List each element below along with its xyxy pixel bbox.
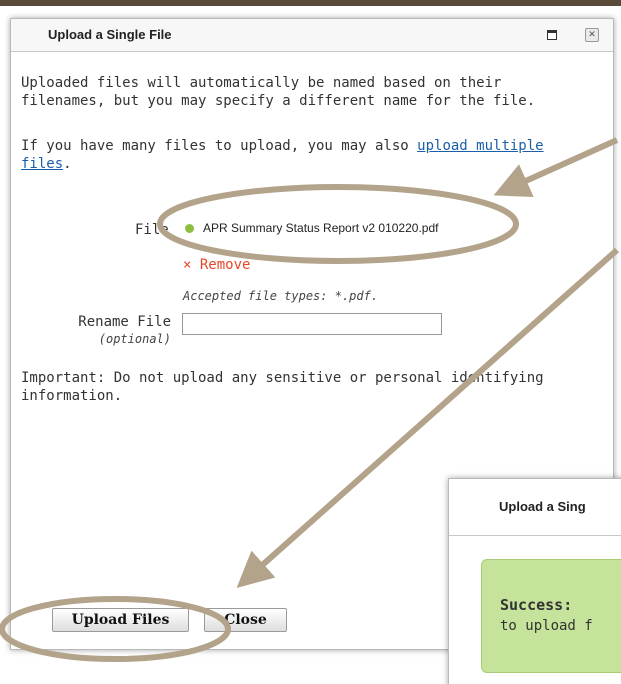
success-title: Success:	[500, 596, 573, 614]
success-dialog: Upload a Sing Success: to upload f	[448, 478, 621, 684]
file-name: APR Summary Status Report v2 010220.pdf	[203, 221, 439, 235]
multi-upload-prefix: If you have many files to upload, you ma…	[21, 138, 418, 154]
divider	[449, 535, 621, 536]
close-icon[interactable]: ✕	[585, 28, 599, 42]
maximize-icon[interactable]	[547, 30, 557, 40]
background-strip	[0, 0, 621, 6]
success-message-box: Success: to upload f	[481, 559, 621, 673]
multi-upload-text: If you have many files to upload, you ma…	[21, 137, 601, 173]
accepted-file-types: Accepted file types: *.pdf.	[183, 289, 379, 303]
rename-file-input[interactable]	[182, 313, 442, 335]
file-label: File	[135, 222, 169, 238]
rename-label: Rename File	[78, 314, 171, 330]
close-button[interactable]: Close	[204, 608, 287, 632]
success-text: to upload f	[500, 618, 593, 634]
page: Upload a Single File ✕ Uploaded files wi…	[0, 0, 621, 684]
dialog-title: Upload a Single File	[48, 27, 172, 42]
dialog-titlebar[interactable]: Upload a Single File ✕	[11, 19, 613, 52]
rename-optional-label: (optional)	[98, 332, 171, 346]
important-notice: Important: Do not upload any sensitive o…	[21, 370, 544, 404]
upload-files-button[interactable]: Upload Files	[52, 608, 189, 632]
remove-link[interactable]: × Remove	[183, 257, 250, 273]
intro-text: Uploaded files will automatically be nam…	[21, 75, 536, 109]
status-dot-icon	[185, 224, 194, 233]
success-dialog-title: Upload a Sing	[499, 499, 586, 514]
multi-upload-suffix: .	[63, 156, 72, 172]
